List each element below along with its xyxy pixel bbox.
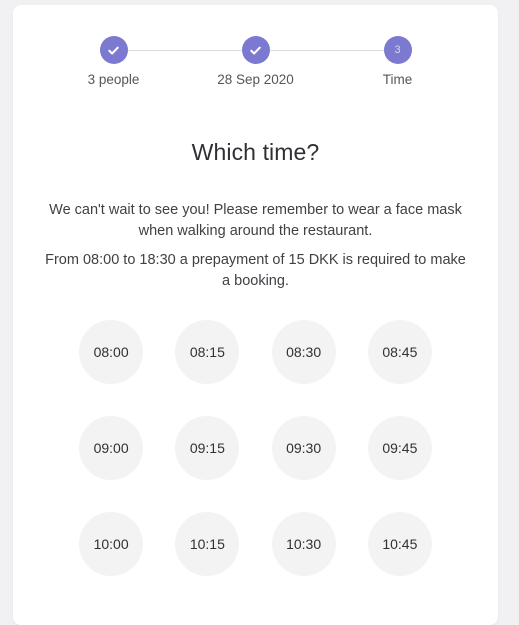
time-slot[interactable]: 09:00 [79,416,144,480]
time-slot-label: 08:00 [93,344,129,360]
time-slot-label: 09:45 [382,440,418,456]
time-slot-label: 09:30 [286,440,322,456]
info-message-mask: We can't wait to see you! Please remembe… [49,202,462,239]
time-slot[interactable]: 10:00 [79,512,144,576]
time-slot[interactable]: 10:15 [175,512,240,576]
stepper-step-time[interactable]: 3 [383,36,412,64]
time-slot-grid: 08:00 08:15 08:30 08:45 09:00 09:15 09:3… [13,320,498,576]
time-slot-label: 09:00 [93,440,129,456]
stepper-step-people[interactable] [99,36,128,64]
time-slot[interactable]: 08:45 [367,320,432,384]
time-slot[interactable]: 09:15 [175,416,240,480]
booking-stepper: 3 3 people 28 Sep 2020 Time [13,32,498,102]
time-slot[interactable]: 08:30 [271,320,336,384]
check-icon [108,46,119,55]
info-messages: We can't wait to see you! Please remembe… [13,200,498,292]
stepper-step-date[interactable] [241,36,270,64]
time-slot-label: 09:15 [189,440,225,456]
stepper-track: 3 [13,32,498,68]
check-icon [250,46,261,55]
time-slot-label: 10:45 [382,536,418,552]
stepper-label-time: Time [382,72,413,87]
stepper-step-number: 3 [394,43,401,56]
time-slot-label: 08:45 [382,344,418,360]
time-slot-label: 10:00 [93,536,129,552]
time-slot-label: 10:30 [286,536,322,552]
time-slot-label: 08:30 [286,344,322,360]
time-slot-label: 08:15 [189,344,225,360]
page-title: Which time? [191,139,320,165]
time-slot[interactable]: 10:30 [271,512,336,576]
time-slot[interactable]: 08:00 [79,320,144,384]
time-slot-label: 10:15 [189,536,225,552]
info-message-prepayment: From 08:00 to 18:30 a prepayment of 15 D… [45,252,466,289]
stepper-connector-2 [269,49,384,51]
booking-card: 3 3 people 28 Sep 2020 Time Which time? … [13,5,498,625]
time-slot[interactable]: 10:45 [367,512,432,576]
time-slot[interactable]: 09:30 [271,416,336,480]
stepper-labels: 3 people 28 Sep 2020 Time [13,72,498,87]
time-slot[interactable]: 08:15 [175,320,240,384]
stepper-label-date: 28 Sep 2020 [217,72,294,87]
stepper-label-people: 3 people [87,72,140,87]
stepper-connector-1 [127,49,242,51]
time-slot[interactable]: 09:45 [367,416,432,480]
